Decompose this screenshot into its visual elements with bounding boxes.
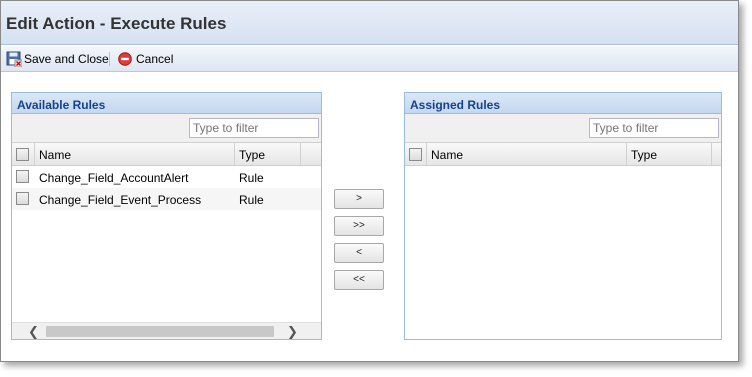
table-row[interactable]: Change_Field_Event_Process Rule	[12, 188, 321, 210]
assigned-filter-input[interactable]	[589, 118, 719, 138]
assigned-rules-header: Assigned Rules	[405, 93, 721, 114]
rule-name: Change_Field_Event_Process	[39, 193, 202, 207]
available-filter-input[interactable]	[189, 118, 319, 138]
rule-type: Rule	[239, 193, 264, 207]
toolbar: Save and Close Cancel	[1, 46, 738, 72]
available-grid-header: Name Type	[12, 143, 321, 166]
horizontal-scrollbar[interactable]: ❮ ❯	[12, 322, 321, 339]
edit-action-window: Edit Action - Execute Rules Save and Clo…	[0, 0, 739, 362]
assigned-filter-bar	[405, 114, 721, 143]
scroll-right-icon[interactable]: ❯	[287, 324, 298, 340]
cancel-button[interactable]: Cancel	[118, 50, 173, 68]
assigned-rules-panel: Assigned Rules Name Type	[404, 92, 722, 340]
available-select-all-checkbox[interactable]	[16, 148, 29, 161]
save-icon	[6, 51, 22, 67]
rule-type: Rule	[239, 171, 264, 185]
scroll-left-icon[interactable]: ❮	[28, 324, 39, 340]
assigned-select-all-checkbox[interactable]	[409, 148, 422, 161]
select-all-cell	[12, 143, 35, 165]
cancel-icon	[118, 52, 132, 66]
available-column-name[interactable]: Name	[35, 143, 235, 165]
available-filter-bar	[12, 114, 321, 143]
save-and-close-label: Save and Close	[24, 52, 109, 66]
assigned-column-type[interactable]: Type	[627, 143, 712, 165]
select-all-cell	[405, 143, 427, 165]
scroll-thumb[interactable]	[46, 326, 274, 337]
row-checkbox[interactable]	[16, 170, 29, 183]
remove-selected-button[interactable]: <	[334, 243, 384, 263]
remove-all-button[interactable]: <<	[334, 270, 384, 290]
row-checkbox[interactable]	[16, 192, 29, 205]
assigned-grid-header: Name Type	[405, 143, 721, 166]
assigned-column-name[interactable]: Name	[427, 143, 627, 165]
title-bar: Edit Action - Execute Rules	[1, 1, 738, 45]
add-all-button[interactable]: >>	[334, 216, 384, 236]
available-rules-panel: Available Rules Name Type Change_Field_A…	[11, 92, 322, 340]
window-title: Edit Action - Execute Rules	[6, 14, 227, 33]
available-rules-header: Available Rules	[12, 93, 321, 114]
cancel-label: Cancel	[136, 52, 174, 66]
available-column-type[interactable]: Type	[235, 143, 301, 165]
add-selected-button[interactable]: >	[334, 189, 384, 209]
rule-name: Change_Field_AccountAlert	[39, 171, 189, 185]
table-row[interactable]: Change_Field_AccountAlert Rule	[12, 166, 321, 188]
toolbar-separator	[109, 52, 110, 66]
save-and-close-button[interactable]: Save and Close	[6, 50, 109, 68]
